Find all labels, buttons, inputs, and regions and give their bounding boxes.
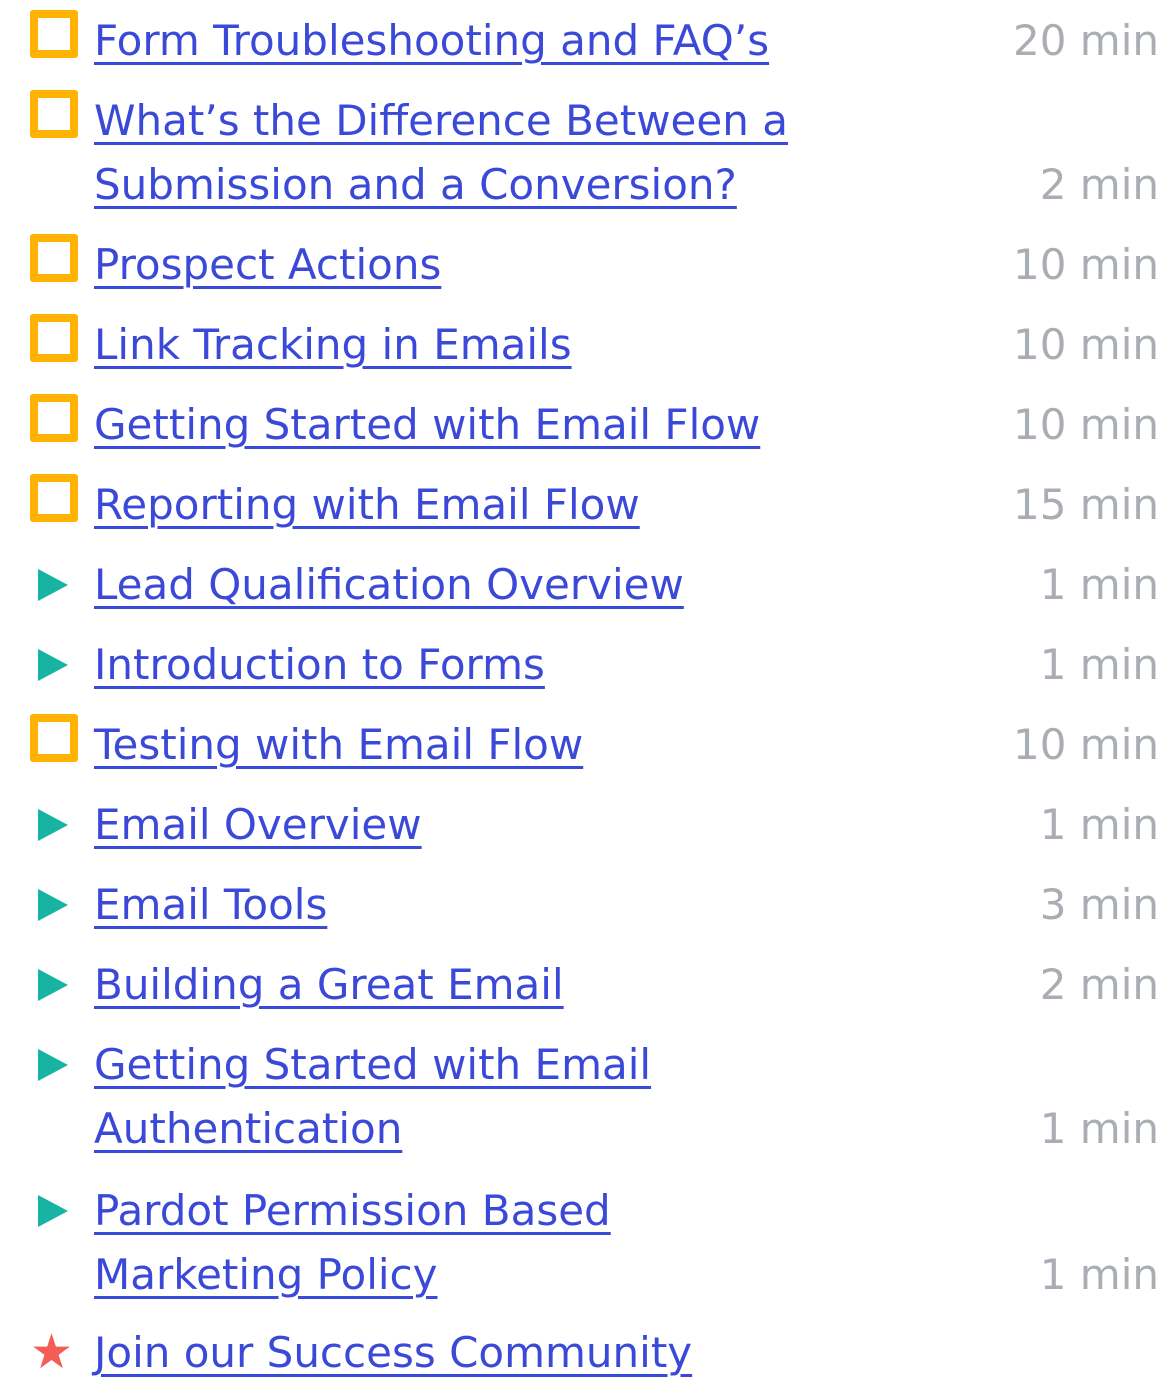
item-duration: 10 min — [1013, 240, 1159, 289]
play-triangle-icon — [38, 1195, 68, 1227]
item-title-link[interactable]: Building a Great Email — [94, 954, 564, 1016]
project-square-icon — [30, 90, 78, 138]
item-title-link[interactable]: Email Tools — [94, 874, 327, 936]
item-title-link[interactable]: Join our Success Community — [94, 1322, 692, 1384]
item-duration: 1 min — [1039, 1104, 1159, 1153]
item-title-link[interactable]: Pardot Permission Based — [94, 1180, 611, 1242]
play-triangle-icon — [38, 569, 68, 601]
item-duration: 1 min — [1039, 800, 1159, 849]
item-duration: 1 min — [1039, 560, 1159, 609]
item-duration: 10 min — [1013, 320, 1159, 369]
item-title-link[interactable]: Marketing Policy — [94, 1244, 438, 1306]
item-duration: 10 min — [1013, 720, 1159, 769]
item-title-link[interactable]: Reporting with Email Flow — [94, 474, 640, 536]
item-title-link[interactable]: Getting Started with Email — [94, 1034, 651, 1096]
play-triangle-icon — [38, 889, 68, 921]
item-duration: 3 min — [1039, 880, 1159, 929]
item-duration: 2 min — [1039, 160, 1159, 209]
item-duration: 10 min — [1013, 400, 1159, 449]
play-triangle-icon — [38, 809, 68, 841]
project-square-icon — [30, 394, 78, 442]
item-title-link[interactable]: Authentication — [94, 1098, 402, 1160]
star-icon: ★ — [30, 1324, 74, 1380]
play-triangle-icon — [38, 649, 68, 681]
item-duration: 15 min — [1013, 480, 1159, 529]
project-square-icon — [30, 234, 78, 282]
project-square-icon — [30, 10, 78, 58]
item-title-link[interactable]: Getting Started with Email Flow — [94, 394, 760, 456]
project-square-icon — [30, 474, 78, 522]
play-triangle-icon — [38, 969, 68, 1001]
item-duration: 20 min — [1013, 16, 1159, 65]
project-square-icon — [30, 714, 78, 762]
item-title-link[interactable]: Form Troubleshooting and FAQ’s — [94, 10, 769, 72]
item-duration: 2 min — [1039, 960, 1159, 1009]
item-title-link[interactable]: Email Overview — [94, 794, 422, 856]
item-duration: 1 min — [1039, 1250, 1159, 1299]
item-title-link[interactable]: Lead Qualification Overview — [94, 554, 684, 616]
item-title-link[interactable]: Submission and a Conversion? — [94, 154, 737, 216]
item-duration: 1 min — [1039, 640, 1159, 689]
project-square-icon — [30, 314, 78, 362]
item-title-link[interactable]: Testing with Email Flow — [94, 714, 583, 776]
item-title-link[interactable]: Introduction to Forms — [94, 634, 545, 696]
play-triangle-icon — [38, 1049, 68, 1081]
item-title-link[interactable]: What’s the Difference Between a — [94, 90, 788, 152]
item-title-link[interactable]: Prospect Actions — [94, 234, 441, 296]
item-title-link[interactable]: Link Tracking in Emails — [94, 314, 572, 376]
